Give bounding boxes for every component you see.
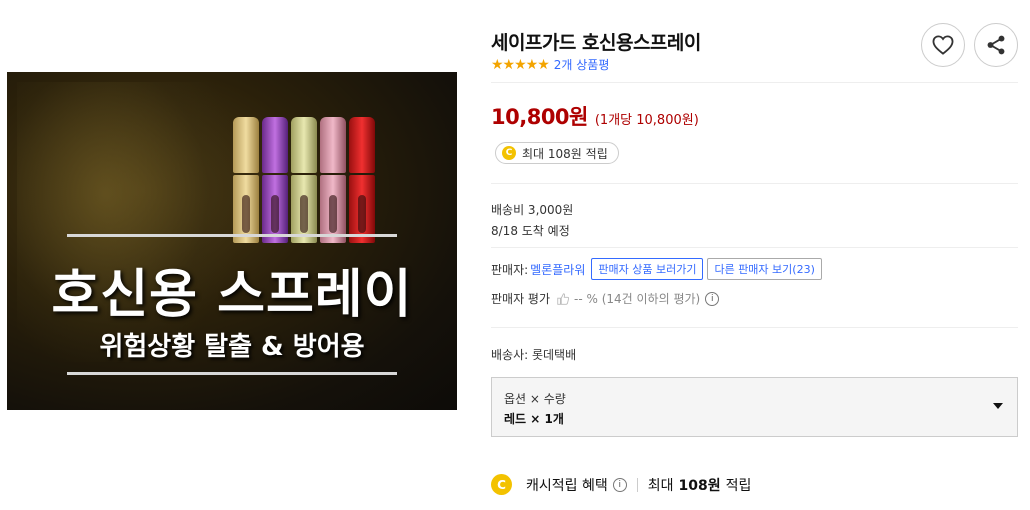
divider	[491, 82, 1018, 83]
separator	[636, 477, 638, 492]
arrival-date: 8/18 도착 예정	[491, 224, 570, 238]
image-subtitle: 위험상황 탈출 & 방어용	[99, 332, 365, 362]
info-icon[interactable]: i	[612, 477, 627, 492]
image-divider-top	[67, 234, 397, 237]
sale-price: 10,800원	[491, 105, 588, 129]
cash-reward-row: C 캐시적립 혜택 i 최대 108원 적립	[491, 474, 751, 495]
reward-badge: C 최대 108원 적립	[495, 142, 619, 164]
unit-price: (1개당 10,800원)	[594, 113, 699, 128]
delivery-company: 배송사: 롯데택배	[491, 348, 577, 362]
info-icon[interactable]: i	[705, 291, 720, 306]
caret-down-icon	[993, 403, 1003, 409]
cash-coin-icon: C	[502, 146, 516, 160]
atomizer-red	[349, 117, 375, 243]
image-title: 호신용 스프레이	[51, 265, 413, 325]
cash-reward-label: 캐시적립 혜택	[526, 477, 608, 494]
atomizer-gold	[233, 117, 259, 243]
seller-name-link[interactable]: 멜론플라워	[530, 261, 585, 278]
share-icon	[987, 35, 1005, 55]
atomizer-bottles	[233, 117, 383, 247]
cash-reward-suffix: 적립	[725, 477, 752, 494]
share-button[interactable]	[974, 23, 1018, 67]
rating-row: ★★★★★ 2개 상품평	[491, 56, 609, 73]
thumbs-up-icon	[557, 292, 570, 305]
atomizer-pink	[320, 117, 346, 243]
cash-reward-amount: 108원	[678, 477, 721, 494]
price-row: 10,800원 (1개당 10,800원)	[491, 101, 699, 131]
seller-rating-row: 판매자 평가 -- % (14건 이하의 평가) i	[491, 290, 720, 307]
shipping-fee: 배송비 3,000원	[491, 203, 574, 217]
divider	[491, 247, 1018, 248]
divider	[491, 183, 1018, 184]
cash-coin-icon: C	[491, 474, 512, 495]
review-count-link[interactable]: 2개 상품평	[554, 56, 610, 73]
product-main-image[interactable]: 호신용 스프레이 위험상황 탈출 & 방어용	[7, 72, 457, 410]
option-selected-value: 레드 × 1개	[504, 412, 564, 426]
atomizer-purple	[262, 117, 288, 243]
reward-text: 최대 108원 적립	[522, 146, 608, 161]
wishlist-button[interactable]	[921, 23, 965, 67]
divider	[491, 327, 1018, 328]
option-quantity-select[interactable]: 옵션 × 수량 레드 × 1개	[491, 377, 1018, 437]
heart-icon	[932, 35, 954, 55]
star-rating: ★★★★★	[491, 56, 550, 73]
cash-reward-prefix: 최대	[647, 477, 674, 494]
seller-rating-value: -- % (14건 이하의 평가)	[574, 292, 701, 306]
other-sellers-button[interactable]: 다른 판매자 보기(23)	[707, 258, 822, 280]
option-header: 옵션 × 수량	[504, 392, 566, 406]
view-seller-products-button[interactable]: 판매자 상품 보러가기	[591, 258, 704, 280]
seller-rating-label: 판매자 평가	[491, 292, 551, 306]
atomizer-champagne	[291, 117, 317, 243]
product-title: 세이프가드 호신용스프레이	[491, 32, 701, 54]
image-divider-bottom	[67, 372, 397, 375]
seller-label: 판매자:	[491, 262, 529, 277]
seller-row: 판매자: 멜론플라워 판매자 상품 보러가기 다른 판매자 보기(23)	[491, 258, 822, 280]
